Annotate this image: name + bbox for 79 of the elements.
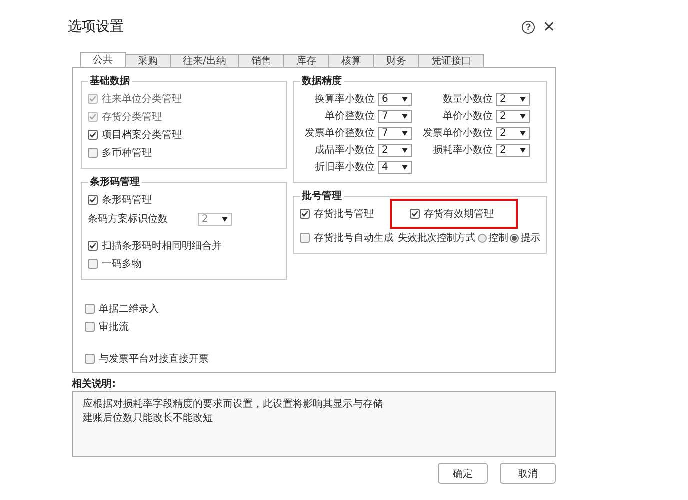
tab[interactable]: 核算	[328, 54, 374, 67]
checkbox[interactable]	[88, 195, 98, 205]
caret-icon	[520, 96, 526, 102]
dropdown[interactable]: 2	[496, 144, 530, 156]
dropdown[interactable]: 2	[496, 126, 530, 140]
notes-text: 建账后位数只能改长不能改短	[83, 412, 214, 426]
checkbox[interactable]	[410, 209, 420, 219]
checkbox-label: 存货批号自动生成	[314, 232, 394, 245]
tab[interactable]: 凭证接口	[418, 54, 484, 67]
tab[interactable]: 往来/出纳	[170, 54, 240, 67]
field-label: 折旧率小数位	[315, 160, 375, 174]
dropdown[interactable]: 2	[496, 92, 530, 106]
checkbox-label: 多币种管理	[102, 146, 152, 160]
dropdown[interactable]: 2	[198, 212, 232, 226]
dropdown[interactable]: 4	[378, 160, 412, 174]
group-title: 数据精度	[300, 74, 343, 88]
caret-icon	[520, 114, 526, 118]
caret-icon	[402, 114, 408, 118]
field-label: 损耗率小数位	[433, 144, 493, 157]
dropdown[interactable]: 6	[378, 92, 412, 106]
caret-icon	[402, 130, 408, 136]
checkbox[interactable]	[88, 241, 98, 251]
checkbox[interactable]	[88, 148, 98, 158]
notes-text: 应根据对损耗率字段精度的要求而设置，此设置将影响其显示与存储	[83, 398, 384, 412]
field-label: 单价整数位	[325, 110, 375, 123]
field-label: 发票单价小数位	[423, 126, 493, 140]
field-label: 数量小数位	[443, 92, 493, 106]
caret-icon	[520, 148, 526, 152]
checkbox[interactable]	[85, 354, 95, 364]
checkbox[interactable]	[88, 259, 98, 269]
caret-icon	[402, 164, 408, 170]
dropdown[interactable]: 7	[378, 126, 412, 140]
field-label: 单价小数位	[443, 110, 493, 123]
tab[interactable]: 库存	[283, 54, 330, 67]
caret-icon	[402, 96, 408, 102]
group-title: 基础数据	[89, 74, 131, 88]
tab[interactable]: 公共	[80, 52, 126, 67]
checkbox[interactable]	[85, 322, 95, 332]
radio-button[interactable]	[510, 234, 520, 242]
radio-label: 提示	[521, 232, 540, 245]
field-label: 换算率小数位	[315, 92, 375, 106]
dropdown[interactable]: 2	[378, 144, 412, 156]
checkbox-label: 存货有效期管理	[424, 208, 494, 221]
field-label: 条码方案标识位数	[88, 212, 169, 226]
tab[interactable]: 销售	[238, 54, 284, 67]
help-button[interactable]: ?	[522, 20, 535, 34]
checkbox-label: 扫描条形码时相同明细合并	[102, 240, 222, 253]
checkbox-label: 审批流	[99, 320, 129, 334]
checkbox[interactable]	[300, 209, 310, 219]
checkbox-label: 存货分类管理	[102, 110, 162, 124]
checkbox-label: 往来单位分类管理	[102, 92, 182, 106]
tab[interactable]: 财务	[373, 54, 420, 67]
close-button[interactable]: ✕	[543, 18, 556, 36]
field-label: 失效批次控制方式	[398, 232, 476, 245]
checkbox[interactable]	[88, 130, 98, 140]
radio-button[interactable]	[478, 234, 487, 242]
caret-icon	[222, 216, 228, 222]
checkbox-label: 一码多物	[102, 258, 142, 271]
radio-label: 控制	[488, 232, 508, 245]
checkbox-label: 与发票平台对接直接开票	[99, 352, 209, 366]
field-label: 成品率小数位	[315, 144, 375, 157]
notes-title: 相关说明:	[72, 378, 117, 391]
dialog-button[interactable]: 取消	[500, 463, 556, 484]
checkbox-label: 存货批号管理	[314, 208, 374, 221]
checkbox-label: 条形码管理	[102, 194, 152, 207]
tab[interactable]: 采购	[125, 54, 171, 67]
dialog-button[interactable]: 确定	[438, 463, 488, 484]
group-title: 条形码管理	[89, 176, 141, 189]
checkbox[interactable]	[300, 233, 310, 243]
group-title: 批号管理	[300, 190, 343, 203]
field-label: 发票单价整数位	[305, 126, 375, 140]
checkbox-label: 项目档案分类管理	[102, 128, 182, 142]
checkbox-label: 单据二维录入	[99, 302, 159, 316]
caret-icon	[402, 148, 408, 152]
caret-icon	[520, 130, 526, 136]
dropdown[interactable]: 7	[378, 110, 412, 122]
checkbox[interactable]	[85, 304, 95, 314]
dropdown[interactable]: 2	[496, 110, 530, 122]
window-title: 选项设置	[68, 18, 124, 36]
